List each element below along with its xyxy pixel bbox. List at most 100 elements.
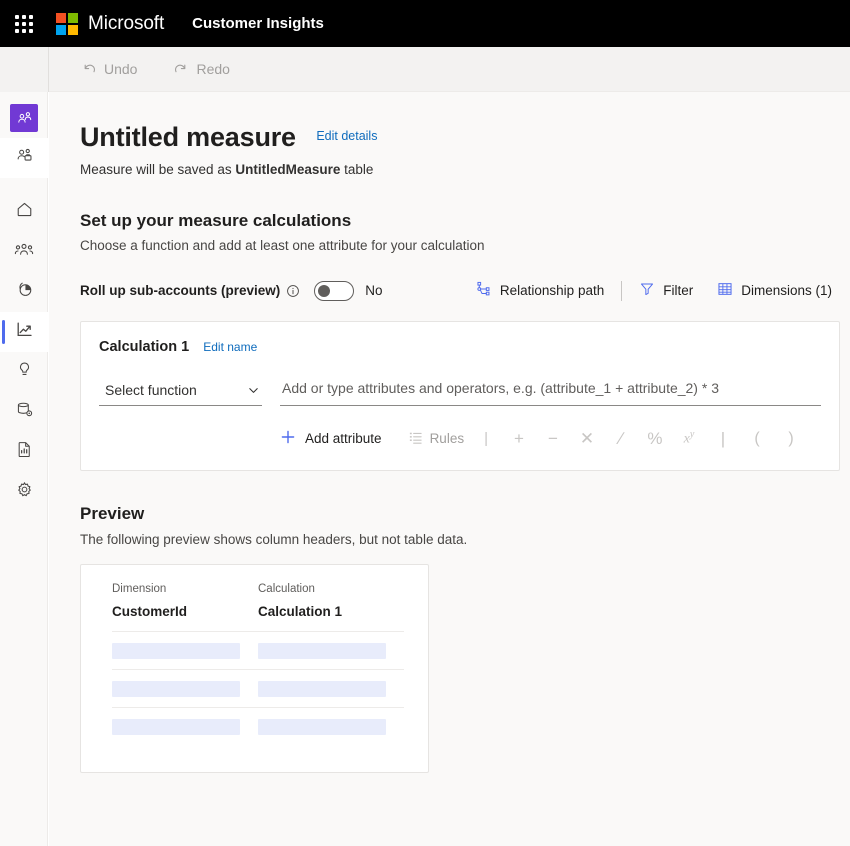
preview-column-name: CustomerId xyxy=(112,604,188,619)
sidebar-nav xyxy=(0,92,48,846)
redo-button[interactable]: Redo xyxy=(161,47,241,91)
measure-tools: Relationship path Filter Dimensions (1) xyxy=(468,277,840,304)
rollup-toggle-state: No xyxy=(365,283,383,298)
sidebar-item-reports[interactable] xyxy=(0,432,48,472)
table-grid-icon xyxy=(717,281,733,300)
preview-description: The following preview shows column heade… xyxy=(80,532,468,547)
operator-plus[interactable]: + xyxy=(502,429,536,449)
table-cell xyxy=(258,681,404,697)
home-icon xyxy=(15,200,34,224)
operator-multiply[interactable]: ✕ xyxy=(570,429,604,449)
rules-button[interactable]: Rules xyxy=(402,426,471,452)
rollup-toggle[interactable] xyxy=(314,280,355,301)
tools-divider xyxy=(621,280,623,301)
edit-name-link[interactable]: Edit name xyxy=(203,340,257,354)
filter-funnel-icon xyxy=(639,281,655,300)
people-work-icon xyxy=(15,146,34,170)
sidebar-item-settings[interactable] xyxy=(0,472,48,512)
expression-input[interactable]: Add or type attributes and operators, e.… xyxy=(280,377,821,406)
operator-paren-close[interactable]: ) xyxy=(774,430,808,448)
undo-button[interactable]: Undo xyxy=(69,47,149,91)
sidebar-item-home[interactable] xyxy=(0,192,48,232)
table-row xyxy=(112,707,404,745)
sidebar-item-data[interactable] xyxy=(0,392,48,432)
table-cell xyxy=(258,643,404,659)
trend-chart-icon xyxy=(14,320,34,345)
app-launcher-button[interactable] xyxy=(0,0,48,47)
preview-column-dimension: Dimension CustomerId xyxy=(112,583,258,619)
filter-label: Filter xyxy=(663,283,694,298)
operator-minus[interactable]: − xyxy=(536,429,570,449)
relationship-path-label: Relationship path xyxy=(499,283,605,298)
calculation-title: Calculation 1 xyxy=(99,339,190,355)
redo-arrow-icon xyxy=(173,61,189,77)
table-cell xyxy=(112,681,258,697)
calculation-header: Calculation 1 Edit name xyxy=(99,339,821,355)
app-launcher-grid-icon xyxy=(15,14,33,33)
left-rail-background xyxy=(0,47,48,846)
app-title[interactable]: Customer Insights xyxy=(192,15,324,32)
setup-description: Choose a function and add at least one a… xyxy=(80,238,485,253)
function-select-value: Select function xyxy=(105,382,197,398)
undo-arrow-icon xyxy=(81,61,97,77)
function-select[interactable]: Select function xyxy=(99,379,262,406)
plus-icon xyxy=(280,429,296,448)
undo-label: Undo xyxy=(104,61,138,77)
microsoft-logo-icon[interactable] xyxy=(56,12,78,35)
people-group-icon xyxy=(14,240,34,265)
command-bar: Undo Redo xyxy=(0,46,850,92)
info-circle-icon[interactable] xyxy=(286,284,300,298)
preview-placeholder-rows xyxy=(112,631,404,745)
filter-button[interactable]: Filter xyxy=(631,277,701,304)
operator-pipe[interactable]: | xyxy=(706,429,740,449)
microsoft-wordmark[interactable]: Microsoft xyxy=(88,13,164,35)
operator-divider: | xyxy=(484,430,488,447)
sidebar-item-brand-audience[interactable] xyxy=(0,98,48,138)
sidebar-item-measures[interactable] xyxy=(0,312,48,352)
edit-details-link[interactable]: Edit details xyxy=(316,129,377,143)
subtitle-table-name: UntitledMeasure xyxy=(235,162,341,177)
preview-heading: Preview xyxy=(80,504,145,523)
gear-icon xyxy=(15,480,34,504)
operator-power[interactable]: xy xyxy=(672,429,706,448)
dimensions-label: Dimensions (1) xyxy=(741,283,832,298)
save-location-subtitle: Measure will be saved as UntitledMeasure… xyxy=(80,162,850,177)
sidebar-item-audience-insights[interactable] xyxy=(0,138,48,178)
add-attribute-button[interactable]: Add attribute xyxy=(274,425,388,452)
preview-column-calculation: Calculation Calculation 1 xyxy=(258,583,404,619)
top-brand-bar: Microsoft Customer Insights xyxy=(0,0,850,47)
sidebar-item-segments[interactable] xyxy=(0,272,48,312)
sidebar-item-customers[interactable] xyxy=(0,232,48,272)
preview-header-row: Dimension CustomerId Calculation Calcula… xyxy=(112,583,404,619)
people-brand-icon xyxy=(10,104,38,132)
placeholder-bar xyxy=(258,643,386,659)
preview-column-type: Dimension xyxy=(112,583,167,595)
table-cell xyxy=(112,643,258,659)
operator-paren-open[interactable]: ( xyxy=(740,430,774,448)
operator-power-exponent: y xyxy=(689,429,695,441)
placeholder-bar xyxy=(258,719,386,735)
placeholder-bar xyxy=(258,681,386,697)
placeholder-bar xyxy=(112,643,240,659)
operator-divide[interactable]: ∕ xyxy=(604,429,638,449)
relationship-path-button[interactable]: Relationship path xyxy=(468,277,612,304)
toggle-knob xyxy=(318,284,331,297)
rollup-row: Roll up sub-accounts (preview) No Relati… xyxy=(80,277,840,304)
dimensions-button[interactable]: Dimensions (1) xyxy=(709,277,840,304)
preview-column-name: Calculation 1 xyxy=(258,604,343,619)
table-row xyxy=(112,631,404,669)
command-bar-divider xyxy=(48,46,49,92)
operator-percent[interactable]: % xyxy=(638,429,672,449)
main-content: Untitled measure Edit details Measure wi… xyxy=(49,92,850,846)
chevron-down-icon xyxy=(247,384,260,397)
preview-table: Dimension CustomerId Calculation Calcula… xyxy=(80,564,429,773)
sidebar-item-intelligence[interactable] xyxy=(0,352,48,392)
calculation-card: Calculation 1 Edit name Select function … xyxy=(80,321,840,471)
operator-toolbar: Add attribute Rules | + − ✕ ∕ % xy | () xyxy=(99,425,821,452)
subtitle-prefix: Measure will be saved as xyxy=(80,162,236,177)
setup-heading: Set up your measure calculations xyxy=(80,211,352,230)
table-row xyxy=(112,669,404,707)
page-title: Untitled measure xyxy=(80,122,296,152)
relationship-path-icon xyxy=(476,281,492,300)
